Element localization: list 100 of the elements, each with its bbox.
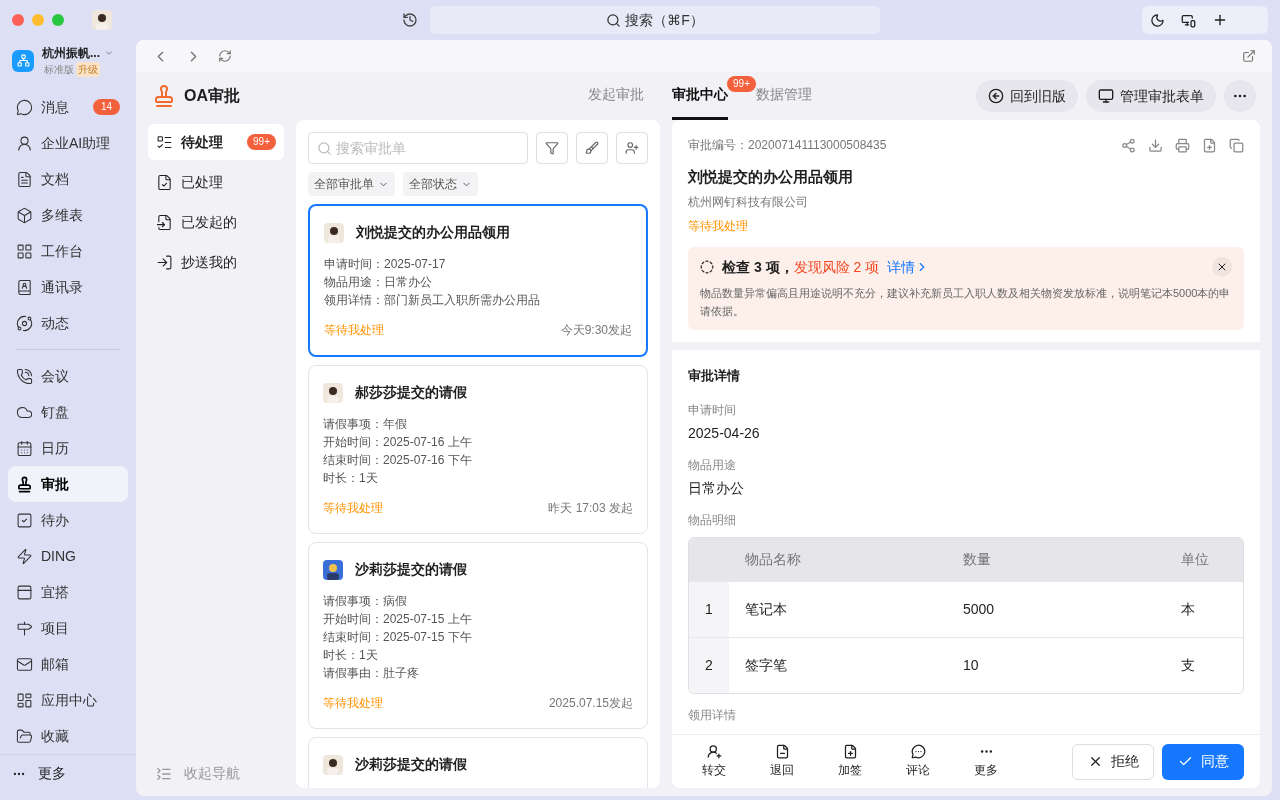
approve-button[interactable]: 同意 [1162, 743, 1244, 780]
company-name: 杭州网钉科技有限公司 [688, 193, 809, 211]
history-icon[interactable] [402, 12, 418, 28]
footer-action[interactable]: 加签 [816, 744, 884, 779]
sidebar-item[interactable]: 文档 [8, 161, 128, 197]
footer-action[interactable]: 评论 [884, 744, 952, 779]
org-logo[interactable] [12, 49, 34, 72]
approval-card[interactable]: 郝莎莎提交的请假 请假事项：年假 开始时间：2025-07-16 上午 结束时间：2025-07-16 下午 时长：1天 等待我处理 昨天 17:03 发起 [308, 365, 648, 534]
filter-button[interactable] [536, 132, 568, 164]
sidebar-item[interactable]: 企业AI助理 [8, 125, 128, 161]
collapse-icon[interactable] [156, 765, 172, 782]
stamp-icon [16, 475, 33, 493]
avatar [323, 382, 343, 403]
folder-icon [16, 727, 33, 745]
submit-time: 今天9:30发起 [560, 322, 632, 339]
approval-card[interactable]: 沙莉莎提交的请假 请假事项：病假 开始时间：2025-07-15 上午 结束时间：2025-07-15 下午 时长：1天 请假事由：肚子疼 等待我处理 2025.07.15发起 [308, 542, 648, 729]
grid-icon [16, 242, 33, 260]
more-link[interactable]: 更多 [38, 763, 66, 784]
close-button[interactable] [1212, 257, 1232, 277]
card-title: 沙莉莎提交的请假 [355, 560, 467, 579]
column-header: 物品名称 [744, 550, 802, 569]
sidebar-item[interactable]: DING [8, 538, 128, 574]
sidebar-item[interactable]: 项目 [8, 610, 128, 646]
add-person-button[interactable] [616, 132, 648, 164]
card-title: 郝莎莎提交的请假 [355, 383, 467, 402]
count-badge: 99+ [727, 76, 756, 92]
calendar-icon [16, 439, 33, 457]
count-badge: 99+ [247, 134, 276, 150]
avatar [92, 10, 112, 30]
sidebar-item[interactable]: 钉盘 [8, 394, 128, 430]
status-label: 等待我处理 [323, 695, 383, 712]
copy-icon[interactable] [1229, 137, 1244, 153]
sidebar-item[interactable]: 待办 [8, 502, 128, 538]
card-field: 请假事由：肚子疼 [323, 664, 633, 682]
download-icon[interactable] [1148, 137, 1163, 153]
printer-icon[interactable] [1175, 137, 1190, 153]
sidebar-item[interactable]: 日历 [8, 430, 128, 466]
sidebar-item[interactable]: 多维表 [8, 197, 128, 233]
nav-item[interactable]: 已发起的 [148, 204, 284, 240]
sidebar-item[interactable]: 宜搭 [8, 574, 128, 610]
sidebar-item[interactable]: 通讯录 [8, 269, 128, 305]
footer-action[interactable]: 转交 [680, 744, 748, 779]
field-value: 2025-04-26 [688, 424, 761, 443]
open-external-icon[interactable] [1242, 49, 1256, 63]
footer-action[interactable]: 退回 [748, 744, 816, 779]
filter-dropdown[interactable]: 全部状态 [403, 172, 478, 196]
document-add-icon [842, 744, 858, 759]
stamp-icon [152, 84, 176, 108]
footer-action[interactable]: 更多 [952, 744, 1020, 779]
chat-icon [16, 98, 33, 116]
document-add-icon[interactable] [1202, 137, 1217, 153]
comment-icon [910, 744, 926, 759]
sidebar-item[interactable]: 工作台 [8, 233, 128, 269]
submit-time: 昨天 17:03 发起 [548, 500, 633, 517]
sidebar-item[interactable]: 审批 [8, 466, 128, 502]
sidebar-item[interactable]: 动态 [8, 305, 128, 341]
approval-card[interactable]: 沙莉莎提交的请假 [308, 737, 648, 788]
nav-item[interactable]: 抄送我的 [148, 244, 284, 280]
table-cell-text: 笔记本 [744, 600, 788, 619]
theme-icon[interactable] [1150, 12, 1165, 28]
share-icon[interactable] [1121, 137, 1136, 153]
risk-count: 发现风险 2 项 [793, 257, 880, 277]
card-field: 领用详情：部门新员工入职所需办公用品 [324, 291, 632, 309]
clean-button[interactable] [576, 132, 608, 164]
lightning-icon [16, 547, 33, 565]
search-field[interactable]: 搜索（⌘F） [430, 6, 880, 34]
nav-item[interactable]: 待处理 99+ [148, 124, 284, 160]
card-field: 申请时间：2025-07-17 [324, 255, 632, 273]
sidebar-item[interactable]: 消息 14 [8, 89, 128, 125]
caret-icon[interactable] [104, 48, 114, 58]
filter-dropdown[interactable]: 全部审批单 [308, 172, 395, 196]
screen-icon[interactable] [1181, 12, 1196, 28]
details-link[interactable]: 详情 [887, 256, 930, 278]
card-title: 刘悦提交的办公用品领用 [356, 223, 510, 242]
sidebar-item[interactable]: 收藏 [8, 718, 128, 754]
card-field: 时长：1天 [323, 646, 633, 664]
progress-icon [700, 260, 714, 274]
refresh-icon[interactable] [218, 49, 232, 63]
row-number: 2 [689, 638, 729, 693]
header-button[interactable]: 管理审批表单 [1086, 80, 1216, 112]
avatar [323, 559, 343, 580]
sidebar-item[interactable]: 邮箱 [8, 646, 128, 682]
card-field: 开始时间：2025-07-16 上午 [323, 433, 633, 451]
table-cell-text: 本 [1180, 600, 1196, 619]
approval-card[interactable]: 刘悦提交的办公用品领用 申请时间：2025-07-17 物品用途：日常办公 领用详情：部门新员工入职所需办公用品 等待我处理 今天9:30发起 [308, 204, 648, 357]
sidebar-item[interactable]: 会议 [8, 358, 128, 394]
reject-button[interactable]: 拒绝 [1072, 743, 1154, 780]
search-icon [317, 140, 332, 156]
person-transfer-icon [706, 744, 722, 759]
person-icon [16, 134, 33, 152]
submit-time: 2025.07.15发起 [548, 695, 633, 712]
card-field: 结束时间：2025-07-16 下午 [323, 451, 633, 469]
org-name[interactable]: 杭州振帆... [42, 44, 100, 62]
row-number: 1 [689, 582, 729, 637]
field-value: 日常办公 [688, 479, 745, 498]
header-button[interactable]: 回到旧版 [976, 80, 1078, 112]
nav-item[interactable]: 已处理 [148, 164, 284, 200]
add-icon[interactable] [1212, 12, 1228, 28]
sidebar-item[interactable]: 应用中心 [8, 682, 128, 718]
document-send-icon [156, 213, 173, 231]
